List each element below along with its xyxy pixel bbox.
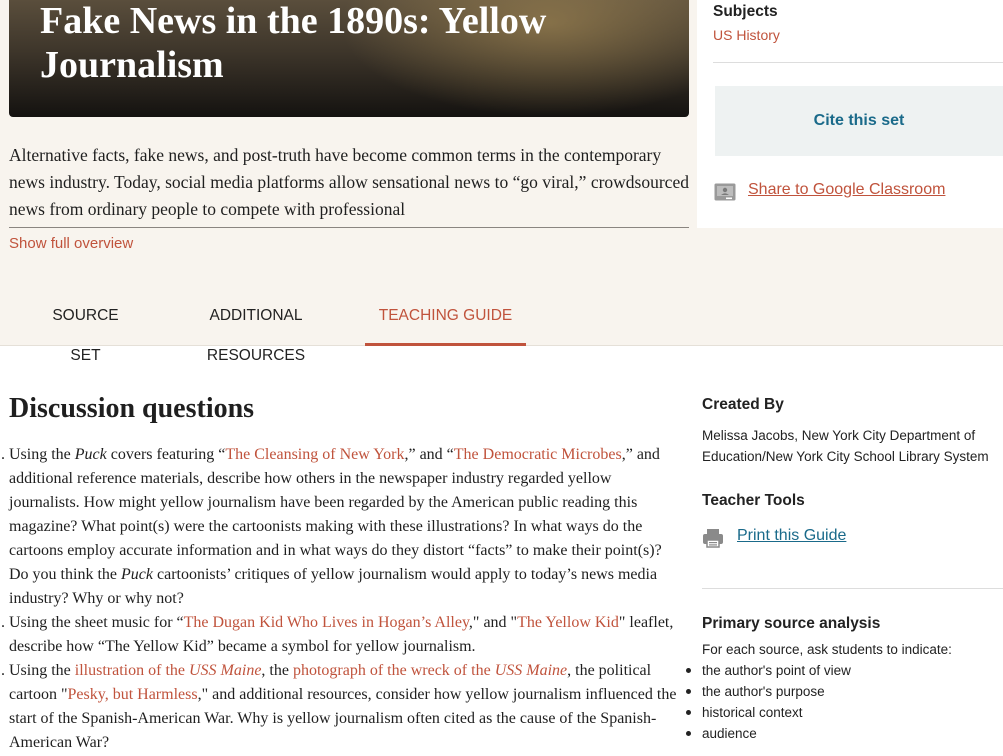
question-text: ," and " [468, 614, 518, 631]
list-item: the author's purpose [686, 681, 851, 702]
teacher-tools-heading: Teacher Tools [702, 492, 805, 509]
divider [702, 588, 1003, 589]
question-text: ,” and additional reference materials, d… [9, 446, 662, 583]
tab-source-set[interactable]: SOURCE SET [40, 296, 131, 364]
divider [713, 62, 1003, 63]
subject-link-us-history[interactable]: US History [713, 27, 780, 43]
created-by-heading: Created By [702, 396, 784, 413]
link-text-italic: USS Maine [188, 662, 262, 679]
question-text: Using the [9, 446, 75, 463]
tab-bar: SOURCE SET ADDITIONAL RESOURCES TEACHING… [0, 296, 1003, 364]
question-text: ,” and “ [404, 446, 454, 463]
question-text: covers featuring “ [106, 446, 226, 463]
share-google-classroom-link[interactable]: Share to Google Classroom [748, 181, 945, 199]
link-yellow-kid[interactable]: The Yellow Kid [517, 614, 619, 631]
list-item: audience [686, 723, 851, 744]
link-dugan-kid[interactable]: The Dugan Kid Who Lives in Hogan’s Alley [184, 614, 469, 631]
question-text-italic: Puck [74, 446, 107, 463]
link-pesky-but-harmless[interactable]: Pesky, but Harmless [68, 686, 198, 703]
hero-banner: Fake News in the 1890s: Yellow Journalis… [9, 0, 689, 117]
subjects-heading: Subjects [713, 3, 778, 20]
discussion-question-2: Using the sheet music for “The Dugan Kid… [1, 611, 679, 659]
discussion-heading: Discussion questions [9, 393, 255, 424]
tab-additional-resources[interactable]: ADDITIONAL RESOURCES [163, 296, 349, 364]
discussion-question-3: Using the illustration of the USS Maine,… [1, 659, 679, 755]
link-democratic-microbes[interactable]: The Democratic Microbes [454, 446, 622, 463]
primary-source-analysis-intro: For each source, ask students to indicat… [702, 642, 952, 657]
discussion-question-list: Using the Puck covers featuring “The Cle… [1, 443, 679, 755]
page-title: Fake News in the 1890s: Yellow Journalis… [40, 0, 547, 86]
printer-icon [703, 529, 723, 548]
link-text: illustration of the [74, 662, 189, 679]
list-item: historical context [686, 702, 851, 723]
cite-this-set-button[interactable]: Cite this set [715, 86, 1003, 156]
overview-text: Alternative facts, fake news, and post-t… [9, 142, 689, 228]
question-text: Using the [9, 662, 75, 679]
tab-teaching-guide[interactable]: TEACHING GUIDE [365, 296, 526, 346]
analysis-list: the author's point of view the author's … [686, 660, 851, 744]
question-text-italic: Puck [121, 566, 153, 583]
link-cleansing-of-new-york[interactable]: The Cleansing of New York [225, 446, 404, 463]
primary-source-analysis-heading: Primary source analysis [702, 615, 881, 632]
link-text-italic: USS Maine [494, 662, 568, 679]
list-item: the author's point of view [686, 660, 851, 681]
created-by-text: Melissa Jacobs, New York City Department… [702, 428, 989, 464]
link-photograph-wreck-uss-maine[interactable]: photograph of the wreck of the USS Maine [293, 662, 567, 679]
show-full-overview-link[interactable]: Show full overview [9, 235, 133, 252]
print-guide-link[interactable]: Print this Guide [737, 527, 846, 545]
link-text: photograph of the wreck of the [292, 662, 495, 679]
question-text: Using the sheet music for “ [9, 614, 184, 631]
google-classroom-icon [714, 183, 736, 201]
link-illustration-uss-maine[interactable]: illustration of the USS Maine [75, 662, 262, 679]
question-text: , the [261, 662, 293, 679]
discussion-question-1: Using the Puck covers featuring “The Cle… [1, 443, 679, 611]
